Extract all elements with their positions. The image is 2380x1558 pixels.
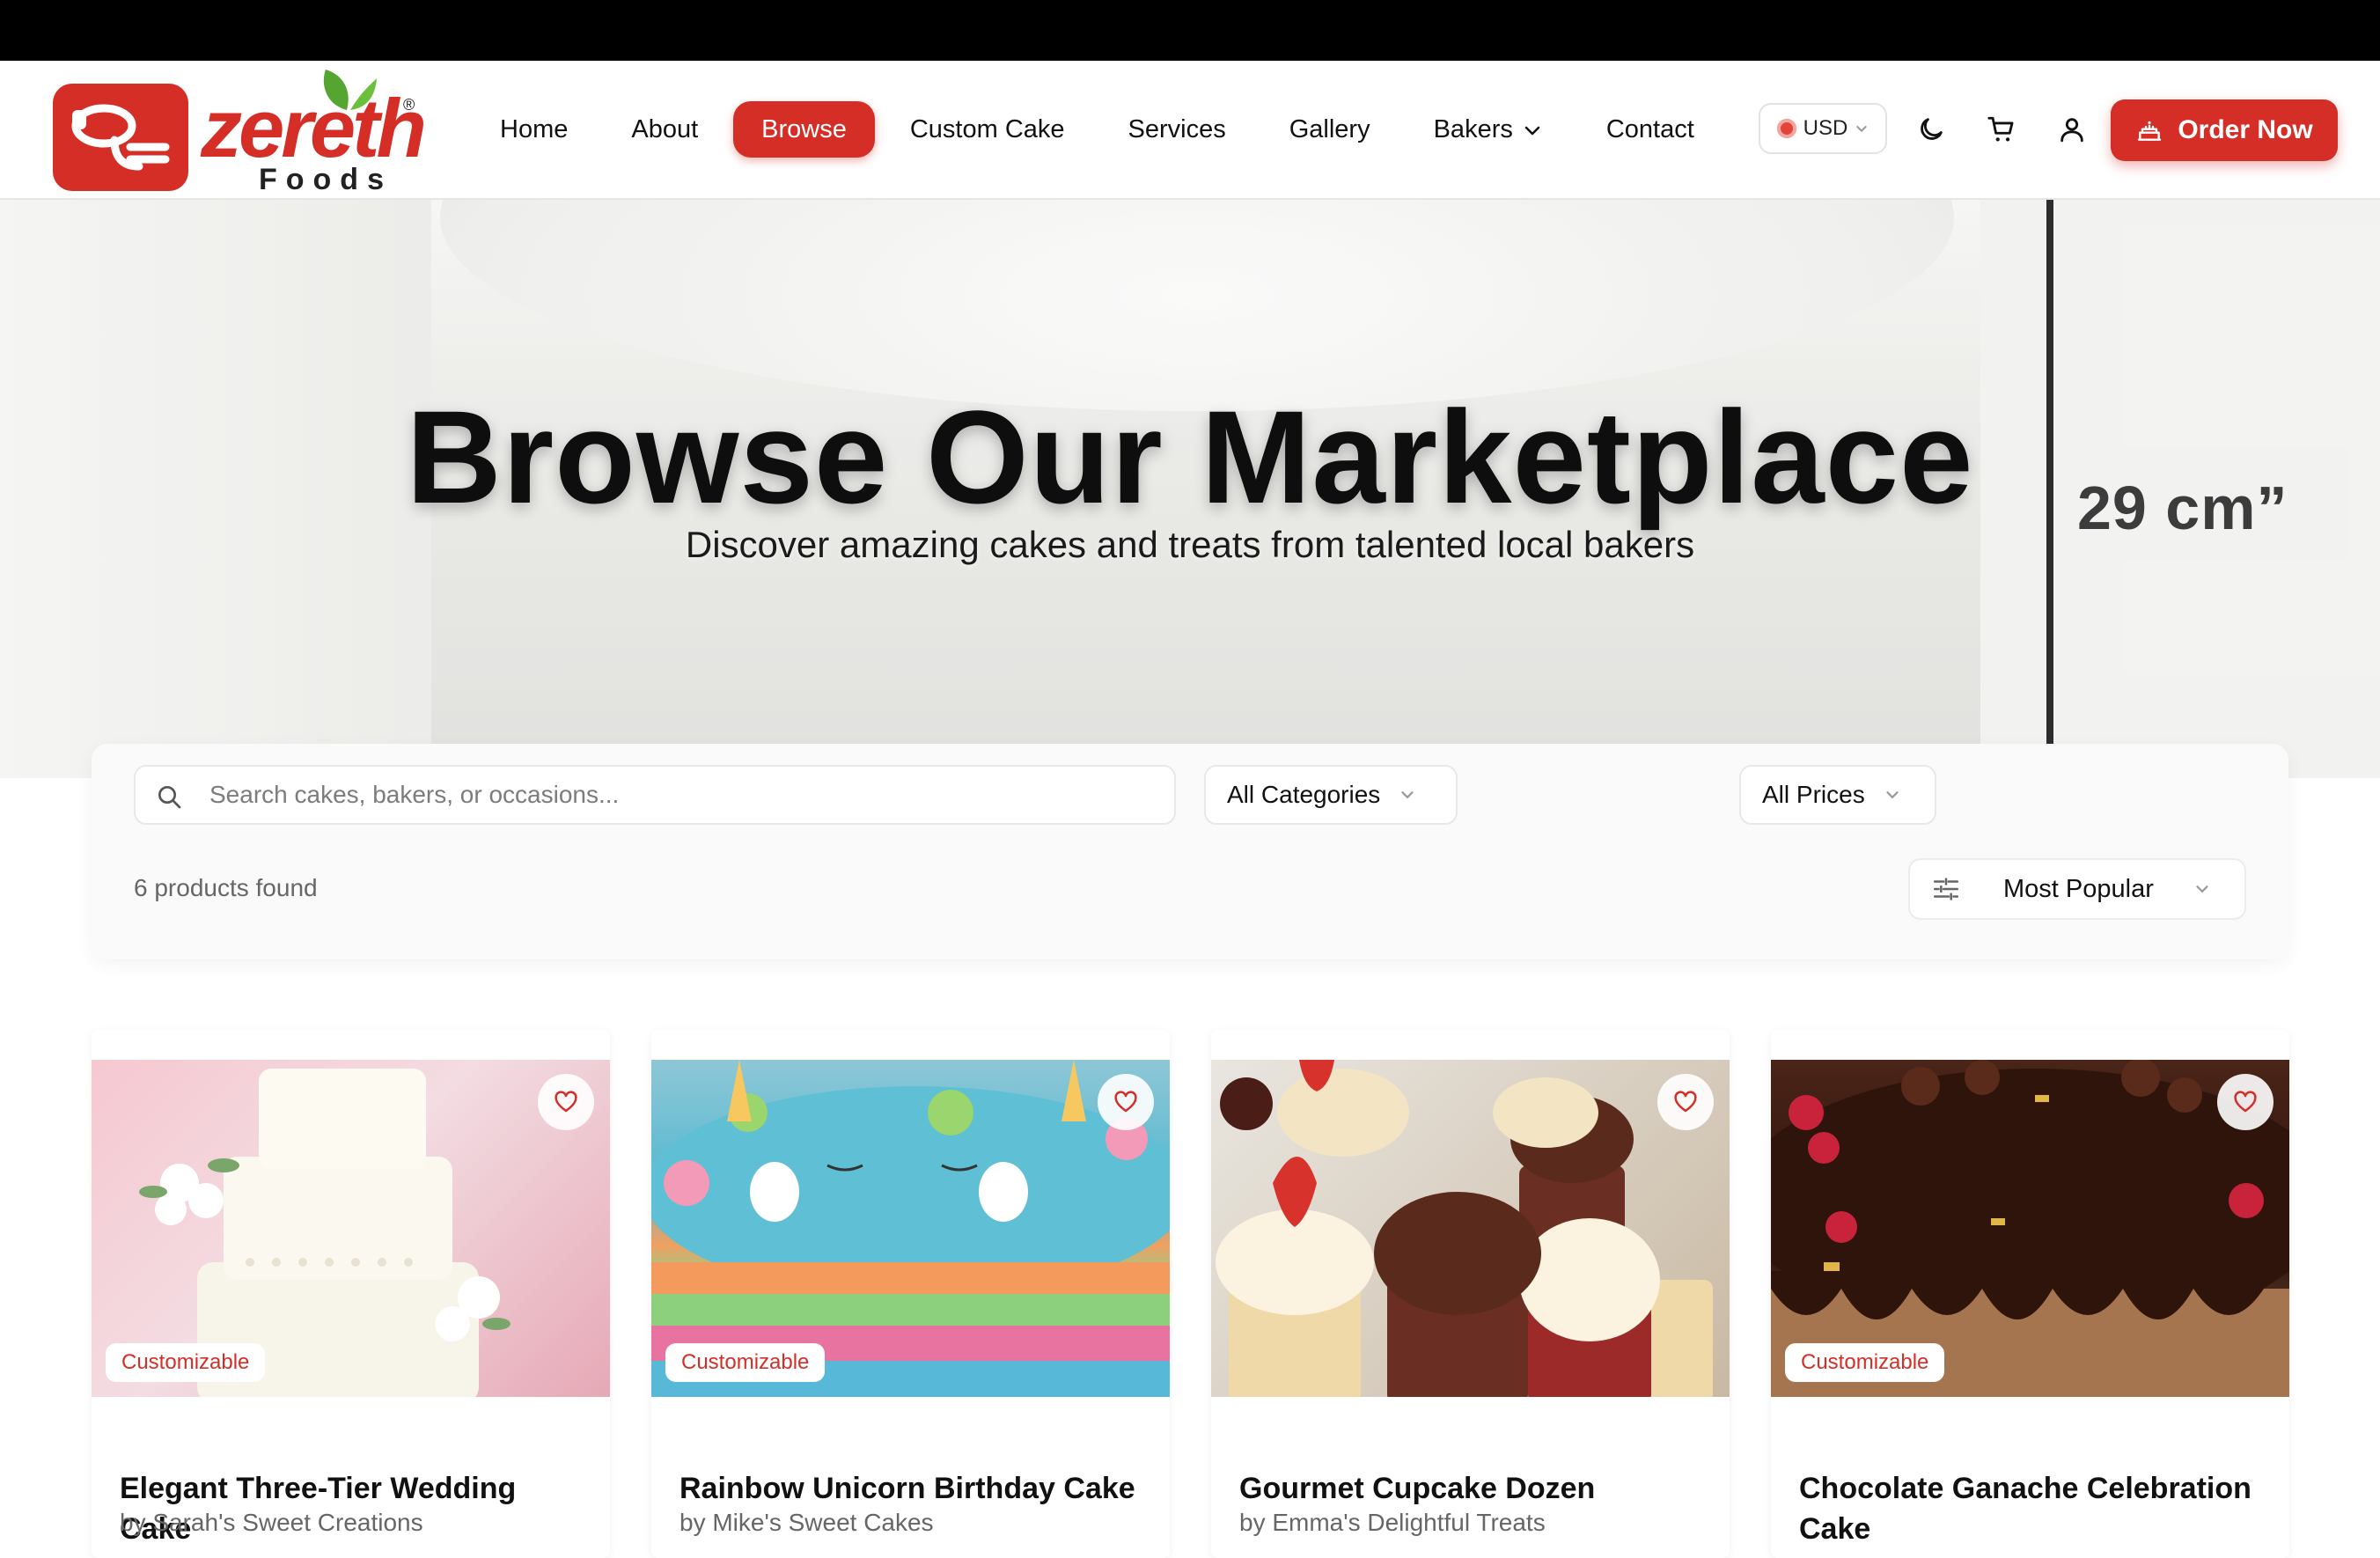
product-card[interactable]: Customizable Rainbow Unicorn Birthday Ca… bbox=[651, 1030, 1170, 1558]
nav-bakers-label: Bakers bbox=[1433, 115, 1513, 143]
currency-value: USD bbox=[1803, 116, 1848, 140]
page-subtitle: Discover amazing cakes and treats from t… bbox=[685, 524, 1695, 565]
chevron-down-icon bbox=[1856, 126, 1867, 133]
main-nav: Home About Browse Custom Cake Services G… bbox=[468, 101, 1726, 158]
top-black-bar bbox=[0, 0, 2380, 61]
page-title: Browse Our Marketplace bbox=[406, 383, 1974, 531]
sliders-icon bbox=[1933, 878, 1959, 900]
customizable-badge: Customizable bbox=[665, 1343, 826, 1382]
price-select[interactable]: All Prices bbox=[1739, 765, 1936, 825]
logo-mark-icon bbox=[53, 84, 188, 191]
brand-sub: Foods bbox=[259, 163, 393, 196]
brand-name: zereth bbox=[201, 82, 427, 174]
heart-icon bbox=[2234, 1091, 2257, 1113]
product-title[interactable]: Rainbow Unicorn Birthday Cake bbox=[679, 1468, 1146, 1509]
nav-gallery[interactable]: Gallery bbox=[1258, 101, 1402, 158]
product-baker[interactable]: by Emma's Delightful Treats bbox=[1239, 1509, 1546, 1537]
heart-icon bbox=[1114, 1091, 1137, 1113]
sort-select[interactable]: Most Popular bbox=[1908, 858, 2246, 920]
order-now-button[interactable]: Order Now bbox=[2111, 99, 2338, 161]
favorite-button[interactable] bbox=[538, 1074, 594, 1130]
price-value: All Prices bbox=[1762, 781, 1865, 808]
cupcakes-illustration bbox=[1216, 1060, 1713, 1397]
nav-contact[interactable]: Contact bbox=[1575, 101, 1726, 158]
site-header: zereth ® Foods Home About Browse Custom … bbox=[0, 61, 2380, 200]
account-button[interactable] bbox=[2051, 108, 2093, 151]
hero-banner: 29 cm” Browse Our Marketplace Discover a… bbox=[0, 200, 2380, 778]
heart-icon bbox=[555, 1091, 577, 1113]
chevron-down-icon bbox=[2196, 886, 2208, 893]
product-card[interactable]: Customizable Chocolate Ganache Celebrati… bbox=[1771, 1030, 2289, 1558]
search-input[interactable] bbox=[208, 780, 1162, 810]
filter-panel: All Categories All Prices 6 products fou… bbox=[92, 744, 2288, 959]
product-card[interactable]: Customizable Elegant Three-Tier Wedding … bbox=[92, 1030, 610, 1558]
nav-home[interactable]: Home bbox=[468, 101, 599, 158]
user-icon bbox=[2060, 118, 2083, 143]
product-title[interactable]: Gourmet Cupcake Dozen bbox=[1239, 1468, 1706, 1509]
theme-toggle[interactable] bbox=[1910, 108, 1952, 151]
cart-icon bbox=[1987, 116, 2014, 142]
chevron-down-icon bbox=[1401, 791, 1414, 799]
product-baker[interactable]: by Sarah's Sweet Creations bbox=[120, 1509, 423, 1537]
nav-about[interactable]: About bbox=[599, 101, 730, 158]
search-box[interactable] bbox=[134, 765, 1176, 825]
product-card[interactable]: Gourmet Cupcake Dozen by Emma's Delightf… bbox=[1211, 1030, 1730, 1558]
product-baker[interactable]: by Mike's Sweet Cakes bbox=[679, 1509, 934, 1537]
cake-icon bbox=[2138, 121, 2162, 141]
category-select[interactable]: All Categories bbox=[1204, 765, 1458, 825]
chevron-down-icon bbox=[1886, 791, 1899, 799]
favorite-button[interactable] bbox=[1098, 1074, 1154, 1130]
nav-bakers[interactable]: Bakers bbox=[1402, 101, 1575, 158]
nav-browse[interactable]: Browse bbox=[733, 101, 875, 158]
sort-value: Most Popular bbox=[2003, 874, 2154, 903]
cart-button[interactable] bbox=[1980, 108, 2023, 151]
product-title[interactable]: Chocolate Ganache Celebration Cake bbox=[1799, 1468, 2266, 1549]
currency-select[interactable]: USD bbox=[1759, 103, 1887, 154]
customizable-badge: Customizable bbox=[1785, 1343, 1945, 1382]
favorite-button[interactable] bbox=[1657, 1074, 1714, 1130]
flag-icon bbox=[1776, 119, 1796, 138]
favorite-button[interactable] bbox=[2217, 1074, 2273, 1130]
heart-icon bbox=[1674, 1091, 1697, 1113]
nav-custom-cake[interactable]: Custom Cake bbox=[878, 101, 1097, 158]
category-value: All Categories bbox=[1227, 781, 1381, 808]
chevron-down-icon bbox=[1524, 127, 1540, 136]
brand-registered: ® bbox=[403, 96, 415, 114]
order-now-label: Order Now bbox=[2178, 115, 2313, 144]
search-icon bbox=[158, 786, 181, 809]
moon-icon bbox=[1921, 118, 1943, 140]
customizable-badge: Customizable bbox=[106, 1343, 266, 1382]
brand-logo[interactable]: zereth ® Foods bbox=[53, 68, 427, 196]
product-image[interactable] bbox=[1211, 1060, 1730, 1397]
nav-services[interactable]: Services bbox=[1097, 101, 1258, 158]
results-count: 6 products found bbox=[134, 874, 318, 901]
